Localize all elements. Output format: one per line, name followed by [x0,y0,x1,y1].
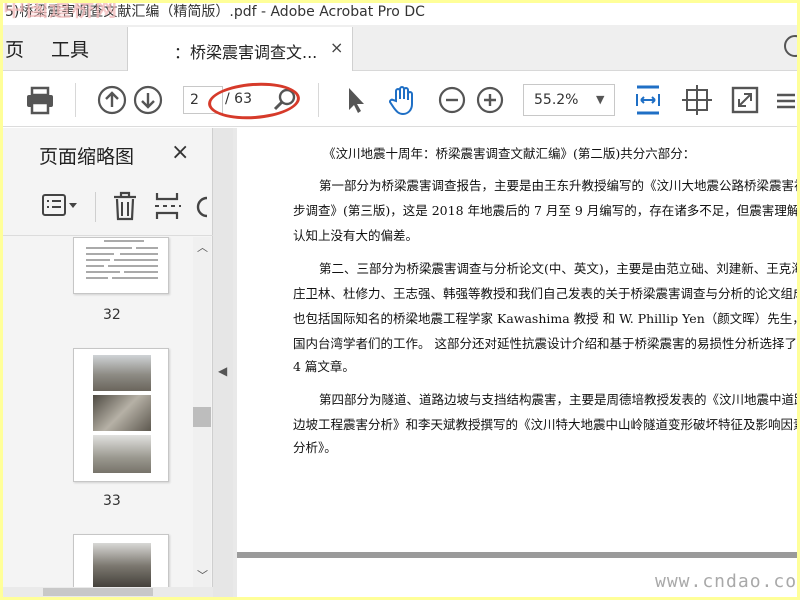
toolbar: 2 / 63 55.2% ▼ [3,71,797,127]
doc-line: 4 篇文章。 [293,359,355,374]
doc-line: 第一部分为桥梁震害调查报告，主要是由王东升教授编写的《汶川大地震公路桥梁震害初 [319,178,797,193]
thumbnail-photo [93,355,151,391]
doc-line: 国内台湾学者们的工作。 这部分还对延性抗震设计介绍和基于桥梁震害的易损性分析选择… [293,336,797,351]
tab-tools[interactable]: 工具 [51,35,89,62]
help-icon[interactable] [784,35,797,57]
zoom-out-icon[interactable] [435,83,469,117]
pan-zoom-icon[interactable] [680,83,714,117]
zoom-level-select[interactable]: 55.2% ▼ [523,84,615,116]
acrobat-window: 5)桥梁震害调查文献汇编（精简版）.pdf - Adobe Acrobat Pr… [3,3,797,597]
zoom-in-icon[interactable] [473,83,507,117]
site-watermark: 中国道桥网 [3,3,119,22]
close-tab-icon[interactable]: × [330,38,343,57]
thumbnail-photo [93,543,151,587]
doc-line: 第二、三部分为桥梁震害调查与分析论文(中、英文)，主要是由范立础、刘建新、王克海… [319,261,797,276]
doc-line: 庄卫林、杜修力、王志强、韩强等教授和我们自己发表的关于桥梁震害调查与分析的论文组… [293,286,797,301]
sidebar-title: 页面缩略图 [39,146,135,168]
scroll-down-icon[interactable]: ﹀ [197,567,208,583]
thumbnail-page-number: 33 [103,493,121,509]
next-page-icon[interactable] [131,83,165,117]
sidebar-separator [95,192,96,222]
thumbnail-photo [93,435,151,473]
tab-document-label: ：桥梁震害调查文... [174,43,318,62]
chevron-down-icon: ▼ [596,93,605,106]
toolbar-separator [318,83,319,117]
more-icon[interactable] [771,83,797,117]
sidebar-toolbar [3,178,213,236]
fullscreen-icon[interactable] [728,83,762,117]
sidebar-scrollbar[interactable]: ︿ ﹀ [193,237,211,587]
footer-watermark: www.cndao.com [655,571,797,592]
doc-line: 边坡工程震害分析》和李天斌教授撰写的《汶川特大地震中山岭隧道变形破坏特征及影响因… [293,417,797,432]
zoom-level-value: 55.2% [534,92,579,108]
thumbnail-page[interactable] [73,237,169,294]
doc-line: 也包括国际知名的桥梁地震工程学家 Kawashima 教授 和 W. Phill… [293,311,797,326]
fit-width-icon[interactable] [631,83,665,117]
tab-document[interactable]: ：桥梁震害调查文... × [127,27,353,72]
toolbar-separator [75,83,76,117]
collapse-arrow-icon[interactable]: ◀ [218,364,227,378]
scroll-up-icon[interactable]: ︿ [197,239,208,255]
sidebar-horizontal-scrollbar[interactable] [3,587,213,597]
tab-row: 页 工具 ：桥梁震害调查文... × [3,25,797,72]
thumbnail-options-icon[interactable] [41,192,81,222]
doc-line: 第四部分为隧道、道路边坡与支挡结构震害，主要是周德培教授发表的《汶川地震中道路 [319,392,797,407]
thumbnail-list: 32 33 [3,237,193,587]
hand-tool-icon[interactable] [385,83,419,117]
close-icon[interactable]: × [171,140,189,165]
scrollbar-thumb[interactable] [43,588,153,596]
doc-line: 《汶川地震十周年：桥梁震害调查文献汇编》(第二版)共分六部分： [323,146,696,161]
document-view: 《汶川地震十周年：桥梁震害调查文献汇编》(第二版)共分六部分： 第一部分为桥梁震… [233,128,797,597]
doc-line: 步调查》(第三版)，这是 2018 年地震后的 7 月至 9 月编写的，存在诸多… [293,203,797,218]
trash-icon[interactable] [111,190,139,222]
thumbnail-sidebar: 页面缩略图 × 32 33 ︿ ﹀ [3,128,213,597]
doc-line: 认知上没有大的偏差。 [293,228,419,243]
thumbnail-photo [93,395,151,431]
sidebar-collapse-strip[interactable]: ◀ [213,128,233,597]
thumbnail-text-lines [86,240,158,279]
thumbnail-page-number: 32 [103,307,121,323]
scrollbar-thumb[interactable] [193,407,211,427]
title-bar: 5)桥梁震害调查文献汇编（精简版）.pdf - Adobe Acrobat Pr… [3,3,797,25]
prev-page-icon[interactable] [95,83,129,117]
pdf-page: 《汶川地震十周年：桥梁震害调查文献汇编》(第二版)共分六部分： 第一部分为桥梁震… [237,128,797,552]
thumbnail-page[interactable] [73,348,169,482]
insert-page-icon[interactable] [153,190,183,222]
tab-home[interactable]: 页 [5,35,24,62]
print-icon[interactable] [23,83,57,117]
select-cursor-icon[interactable] [339,83,373,117]
thumbnail-page[interactable] [73,534,169,587]
rotate-icon[interactable] [195,190,213,222]
doc-line: 分析》。 [293,440,337,455]
